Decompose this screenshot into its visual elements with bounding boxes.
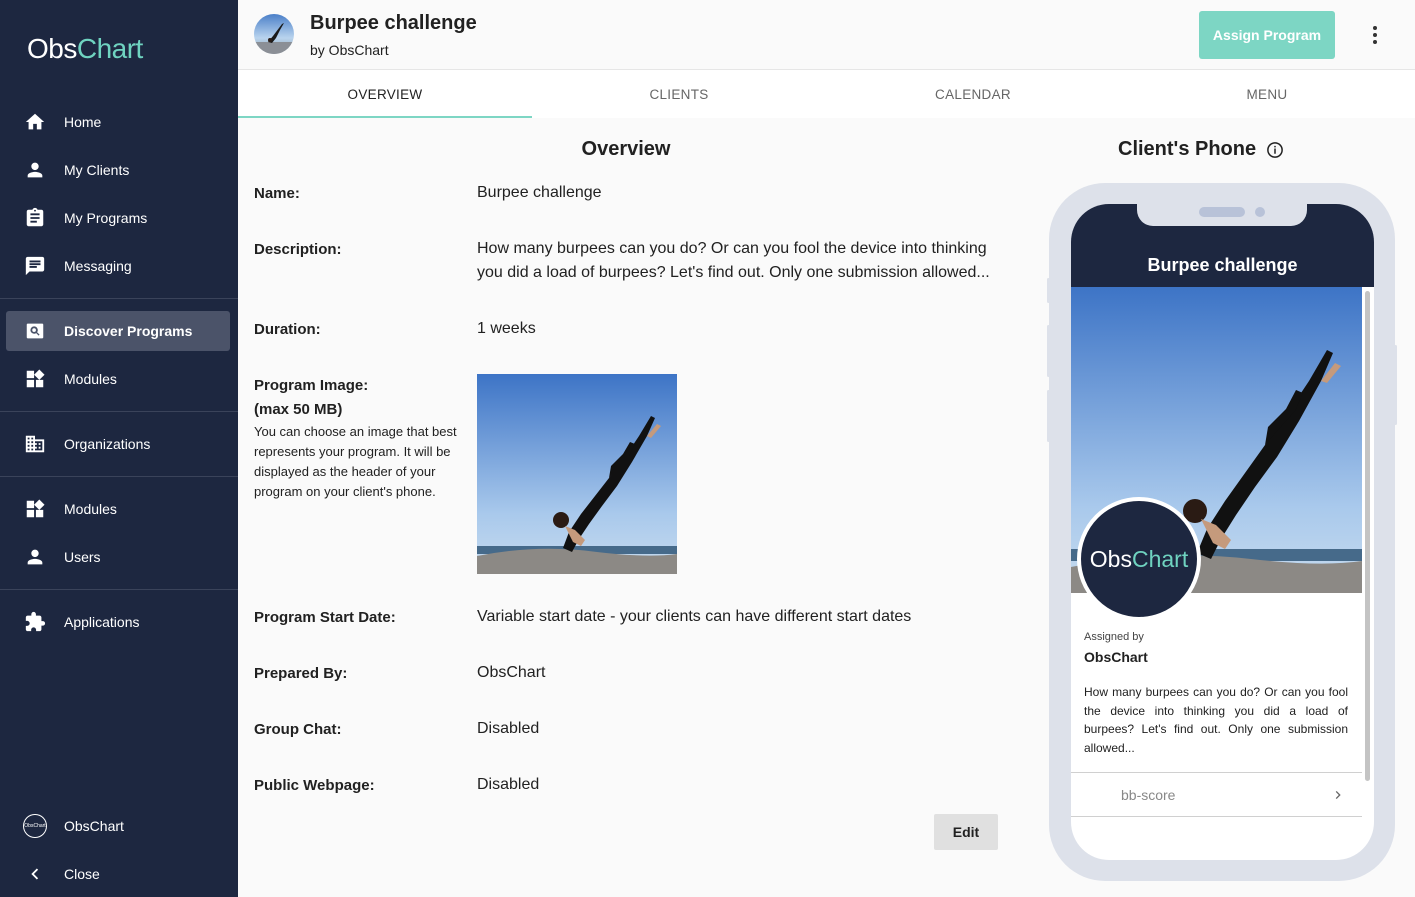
client-phone-title-text: Client's Phone [1118, 138, 1257, 160]
phone-program-description: How many burpees can you do? Or can you … [1084, 685, 1348, 755]
sidebar-item-label: Discover Programs [64, 323, 193, 339]
assign-program-button[interactable]: Assign Program [1199, 11, 1335, 59]
home-icon [24, 111, 46, 133]
close-label: Close [64, 866, 100, 882]
message-icon [24, 255, 46, 277]
overview-title: Overview [581, 138, 671, 160]
client-phone-title: Client's Phone [1118, 138, 1284, 161]
group-chat-value: Disabled [477, 720, 540, 737]
sidebar-item-label: Home [64, 114, 102, 130]
sidebar-item-my-programs[interactable]: My Programs [6, 198, 230, 238]
avatar-text: ObsChart [23, 814, 47, 838]
sidebar-divider [0, 411, 238, 412]
search-icon [24, 320, 46, 342]
edit-button[interactable]: Edit [934, 814, 998, 850]
phone-module-label: bb-score [1121, 787, 1176, 803]
sidebar-item-my-clients[interactable]: My Clients [6, 150, 230, 190]
sidebar-divider [0, 476, 238, 477]
sidebar-item-messaging[interactable]: Messaging [6, 246, 230, 286]
sidebar-item-home[interactable]: Home [6, 102, 230, 142]
building-icon [24, 433, 46, 455]
phone-speaker [1199, 207, 1245, 217]
obschart-logo[interactable]: ObsChart [27, 33, 143, 65]
sidebar-item-admin-modules[interactable]: Modules [6, 489, 230, 529]
public-webpage-label: Public Webpage: [254, 777, 375, 794]
sidebar-item-label: Applications [64, 614, 140, 630]
more-vert-icon[interactable] [1364, 23, 1386, 47]
phone-program-title: Burpee challenge [1147, 255, 1298, 275]
prepared-by-value: ObsChart [477, 664, 546, 681]
program-start-date-value: Variable start date - your clients can h… [477, 608, 912, 625]
sidebar-item-label: My Programs [64, 210, 148, 226]
sidebar-item-label: Modules [64, 501, 117, 517]
logo-text-chart: Chart [1131, 545, 1189, 572]
widgets-icon [24, 368, 46, 390]
logo-text-obs: Obs [1089, 545, 1132, 572]
sidebar-item-label: Messaging [64, 258, 132, 274]
sidebar-divider [0, 298, 238, 299]
sidebar-item-label: My Clients [64, 162, 130, 178]
program-image-label: Program Image: [254, 377, 369, 394]
account-label: ObsChart [64, 818, 124, 834]
program-header: Burpee challenge by ObsChart Assign Prog… [238, 0, 1415, 70]
logo-text-obs: Obs [27, 33, 77, 64]
puzzle-icon [24, 611, 46, 633]
tab-clients[interactable]: CLIENTS [532, 70, 826, 118]
program-title: Burpee challenge [310, 12, 477, 34]
phone-module-item[interactable]: bb-score [1071, 773, 1362, 817]
clipboard-icon [24, 207, 46, 229]
sidebar: ObsChart Home My Clients My Programs Mes… [0, 0, 238, 897]
sidebar-divider [0, 589, 238, 590]
sidebar-item-discover-programs[interactable]: Discover Programs [6, 311, 230, 351]
sidebar-item-applications[interactable]: Applications [6, 602, 230, 642]
name-label: Name: [254, 185, 300, 202]
sidebar-item-label: Modules [64, 371, 117, 387]
tab-calendar[interactable]: CALENDAR [826, 70, 1120, 118]
name-value: Burpee challenge [477, 184, 602, 201]
phone-camera [1255, 207, 1265, 217]
tab-overview[interactable]: OVERVIEW [238, 70, 532, 118]
close-sidebar-button[interactable]: Close [6, 854, 230, 894]
prepared-by-label: Prepared By: [254, 665, 348, 682]
account-menu[interactable]: ObsChart ObsChart [6, 806, 230, 846]
account-avatar: ObsChart [23, 814, 47, 838]
sidebar-item-users[interactable]: Users [6, 537, 230, 577]
program-author: by ObsChart [310, 42, 389, 58]
program-start-date-label: Program Start Date: [254, 609, 396, 626]
program-avatar [254, 14, 294, 54]
sidebar-item-label: Users [64, 549, 101, 565]
program-tabs: OVERVIEW CLIENTS CALENDAR MENU [238, 70, 1415, 118]
phone-assigner-name: ObsChart [1084, 649, 1148, 665]
sidebar-item-label: Organizations [64, 436, 151, 452]
phone-scrollbar[interactable] [1365, 291, 1370, 781]
sidebar-item-modules[interactable]: Modules [6, 359, 230, 399]
phone-author-logo: Obs Chart [1077, 497, 1201, 621]
phone-screen: Burpee challenge Obs Chart Assigned by Ob… [1071, 204, 1374, 860]
program-image-help: You can choose an image that best repres… [254, 424, 457, 499]
phone-program-header: Burpee challenge [1071, 204, 1374, 287]
chevron-right-icon [1335, 791, 1341, 799]
phone-assigned-by-label: Assigned by [1084, 631, 1144, 643]
description-label: Description: [254, 241, 342, 258]
duration-value: 1 weeks [477, 320, 536, 337]
public-webpage-value: Disabled [477, 776, 540, 793]
program-image-max-size: (max 50 MB) [254, 401, 343, 418]
duration-label: Duration: [254, 321, 321, 338]
tab-menu[interactable]: MENU [1120, 70, 1414, 118]
logo-text-chart: Chart [76, 33, 143, 64]
person-icon [24, 159, 46, 181]
chevron-left-icon [24, 863, 46, 885]
program-image[interactable] [477, 374, 677, 574]
group-chat-label: Group Chat: [254, 721, 342, 738]
sidebar-item-organizations[interactable]: Organizations [6, 424, 230, 464]
phone-divider [1071, 816, 1362, 817]
person-icon [24, 546, 46, 568]
widgets-icon [24, 498, 46, 520]
info-icon[interactable] [1266, 141, 1284, 159]
description-value: How many burpees can you do? Or can you … [477, 240, 990, 281]
